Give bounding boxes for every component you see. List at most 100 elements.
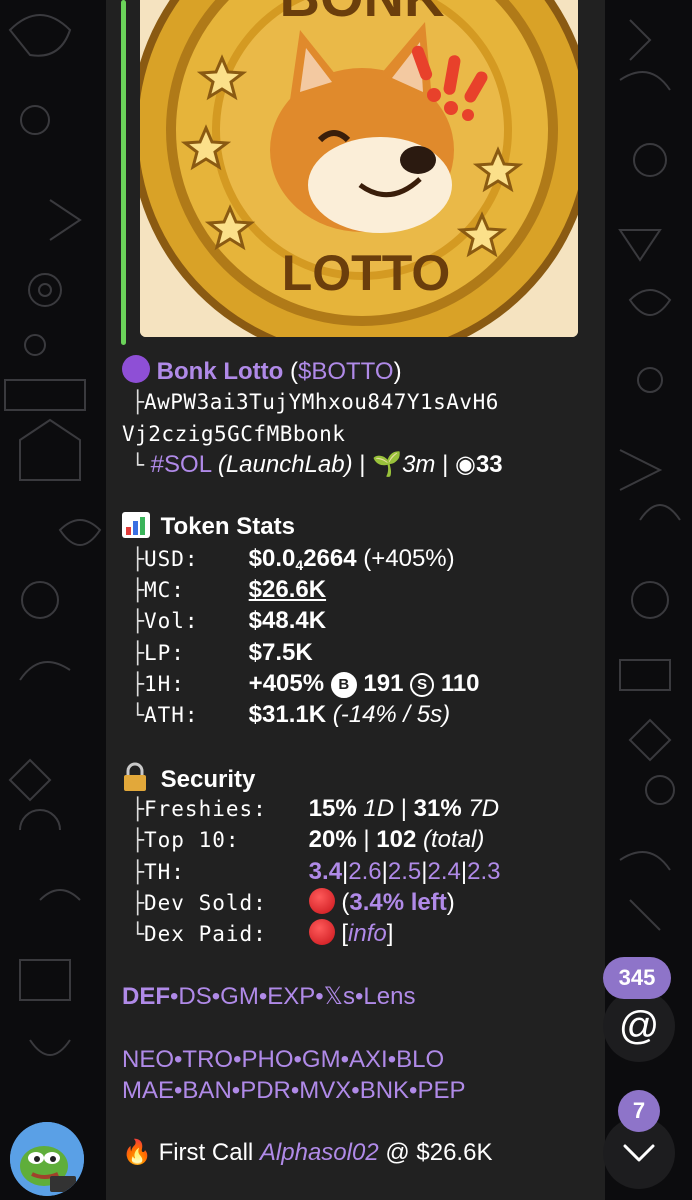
- sec-th: ├TH: 3.4|2.6|2.5|2.4|2.3: [122, 856, 600, 887]
- link-axi[interactable]: AXI: [349, 1046, 388, 1073]
- th-link-2[interactable]: 2.6: [348, 858, 381, 885]
- tree-branch: ├: [131, 546, 144, 571]
- th-link-5[interactable]: 2.3: [467, 858, 500, 885]
- tree-branch: ├: [131, 578, 144, 603]
- freshies-7d: 7D: [468, 795, 500, 823]
- tree-end: └: [131, 703, 144, 728]
- link-mae[interactable]: MAE: [122, 1077, 174, 1104]
- bonk-lotto-coin-image[interactable]: BONK LOTTO: [140, 0, 578, 337]
- first-call-mc: $26.6K: [416, 1139, 493, 1167]
- sec-dexpaid: └Dex Paid: [info]: [122, 918, 600, 949]
- stat-lp: ├LP: $7.5K: [122, 637, 600, 668]
- ath-change: (-14% / 5s): [332, 701, 451, 729]
- th-link-4[interactable]: 2.4: [428, 858, 461, 885]
- stat-ath: └ATH: $31.1K (-14% / 5s): [122, 699, 600, 730]
- link-gm2[interactable]: GM: [302, 1046, 341, 1073]
- pepe-avatar-icon: [10, 1122, 84, 1196]
- separator: |: [359, 450, 366, 478]
- devsold-left-link[interactable]: 3.4% left: [349, 889, 446, 916]
- quote-bar: [121, 0, 126, 345]
- tree-end: └: [131, 452, 144, 477]
- dexpaid-info-link[interactable]: info: [348, 920, 387, 947]
- purple-circle-icon: [122, 355, 150, 383]
- freshies-1d-pct: 15%: [308, 795, 357, 823]
- contract-address-part2[interactable]: Vj2czig5GCfMBbonk: [122, 422, 345, 446]
- ticker-open: (: [289, 358, 298, 385]
- message-media[interactable]: BONK LOTTO: [121, 0, 588, 345]
- link-lens[interactable]: Lens: [363, 983, 415, 1010]
- address-line-2: Vj2czig5GCfMBbonk: [122, 418, 600, 449]
- 1h-change: +405%: [248, 669, 325, 697]
- link-def[interactable]: DEF: [122, 983, 170, 1010]
- separator: |: [442, 450, 449, 478]
- first-caller-link[interactable]: Alphasol02: [260, 1139, 379, 1166]
- tree-branch: ├: [131, 859, 144, 884]
- link-xs[interactable]: 𝕏s: [324, 983, 355, 1010]
- lock-icon: [122, 762, 148, 792]
- token-title-line: Bonk Lotto ($BOTTO): [122, 355, 600, 386]
- ath-value: $31.1K: [248, 701, 327, 729]
- sells-icon: S: [410, 672, 435, 697]
- mc-label: MC:: [144, 578, 185, 603]
- link-pep[interactable]: PEP: [417, 1077, 465, 1104]
- usd-change: (+405%): [363, 544, 455, 572]
- link-pdr[interactable]: PDR: [240, 1077, 291, 1104]
- bar-chart-icon: [122, 512, 150, 539]
- top10-label: Top 10:: [144, 828, 240, 853]
- mentions-button[interactable]: @: [603, 990, 675, 1062]
- tree-branch: ├: [131, 797, 144, 822]
- ath-label: ATH:: [144, 703, 199, 728]
- bracket-close: ]: [386, 920, 394, 948]
- platform-label: (LaunchLab): [217, 450, 353, 478]
- sec-top10: ├Top 10: 20% | 102 (total): [122, 824, 600, 855]
- link-exp[interactable]: EXP: [267, 983, 315, 1010]
- freshies-1d: 1D: [363, 795, 395, 823]
- ticker-close: ): [393, 358, 402, 385]
- red-circle-icon: [308, 919, 335, 946]
- link-bnk[interactable]: BNK: [360, 1077, 409, 1104]
- links-row-1: DEF•DS•GM•EXP•𝕏s•Lens: [122, 982, 416, 1010]
- link-tro[interactable]: TRO: [182, 1046, 233, 1073]
- link-ban[interactable]: BAN: [182, 1077, 231, 1104]
- top10-pct: 20%: [308, 826, 357, 854]
- link-neo[interactable]: NEO: [122, 1046, 174, 1073]
- link-mvx[interactable]: MVX: [299, 1077, 351, 1104]
- coin-bottom-text: LOTTO: [282, 245, 451, 301]
- message-text: Bonk Lotto ($BOTTO) ├AwPW3ai3TujYMhxou84…: [122, 355, 600, 1169]
- link-blo[interactable]: BLO: [396, 1046, 444, 1073]
- volume-value: $48.4K: [248, 607, 327, 635]
- tree-branch: ├: [131, 671, 144, 696]
- seedling-icon: 🌱: [372, 450, 403, 478]
- usd-price-digits: 2664: [303, 544, 357, 572]
- sec-devsold: ├Dev Sold: (3.4% left): [122, 887, 600, 918]
- token-name-link[interactable]: Bonk Lotto: [157, 358, 284, 385]
- link-gm[interactable]: GM: [220, 983, 259, 1010]
- stats-header: Token Stats: [122, 511, 600, 542]
- sender-avatar[interactable]: [10, 1122, 84, 1196]
- top10-total: (total): [423, 826, 485, 854]
- ticker-link[interactable]: $BOTTO: [298, 358, 394, 385]
- 1h-label: 1H:: [144, 671, 185, 696]
- view-count: 33: [475, 450, 503, 478]
- sells-count: 110: [440, 669, 480, 697]
- th-link-1[interactable]: 3.4: [309, 858, 342, 885]
- tree-branch: ├: [131, 609, 144, 634]
- usd-label: USD:: [144, 546, 199, 571]
- tree-end: └: [131, 922, 144, 947]
- buys-icon: B: [330, 671, 357, 698]
- contract-address-part1[interactable]: AwPW3ai3TujYMhxou847Y1sAvH6: [144, 390, 499, 414]
- devsold-label: Dev Sold:: [144, 891, 267, 916]
- market-cap-link[interactable]: $26.6K: [249, 576, 326, 603]
- stats-title: Token Stats: [160, 513, 295, 541]
- liquidity-value: $7.5K: [248, 638, 313, 666]
- th-link-3[interactable]: 2.5: [388, 858, 421, 885]
- unread-count-badge: 7: [618, 1090, 660, 1132]
- stat-mc: ├MC: $26.6K: [122, 574, 600, 605]
- tree-branch: ├: [131, 390, 144, 415]
- chain-hashtag[interactable]: #SOL: [151, 451, 211, 478]
- stat-1h: ├1H: +405% B 191 S 110: [122, 668, 600, 699]
- link-pho[interactable]: PHO: [242, 1046, 294, 1073]
- link-ds[interactable]: DS: [178, 983, 211, 1010]
